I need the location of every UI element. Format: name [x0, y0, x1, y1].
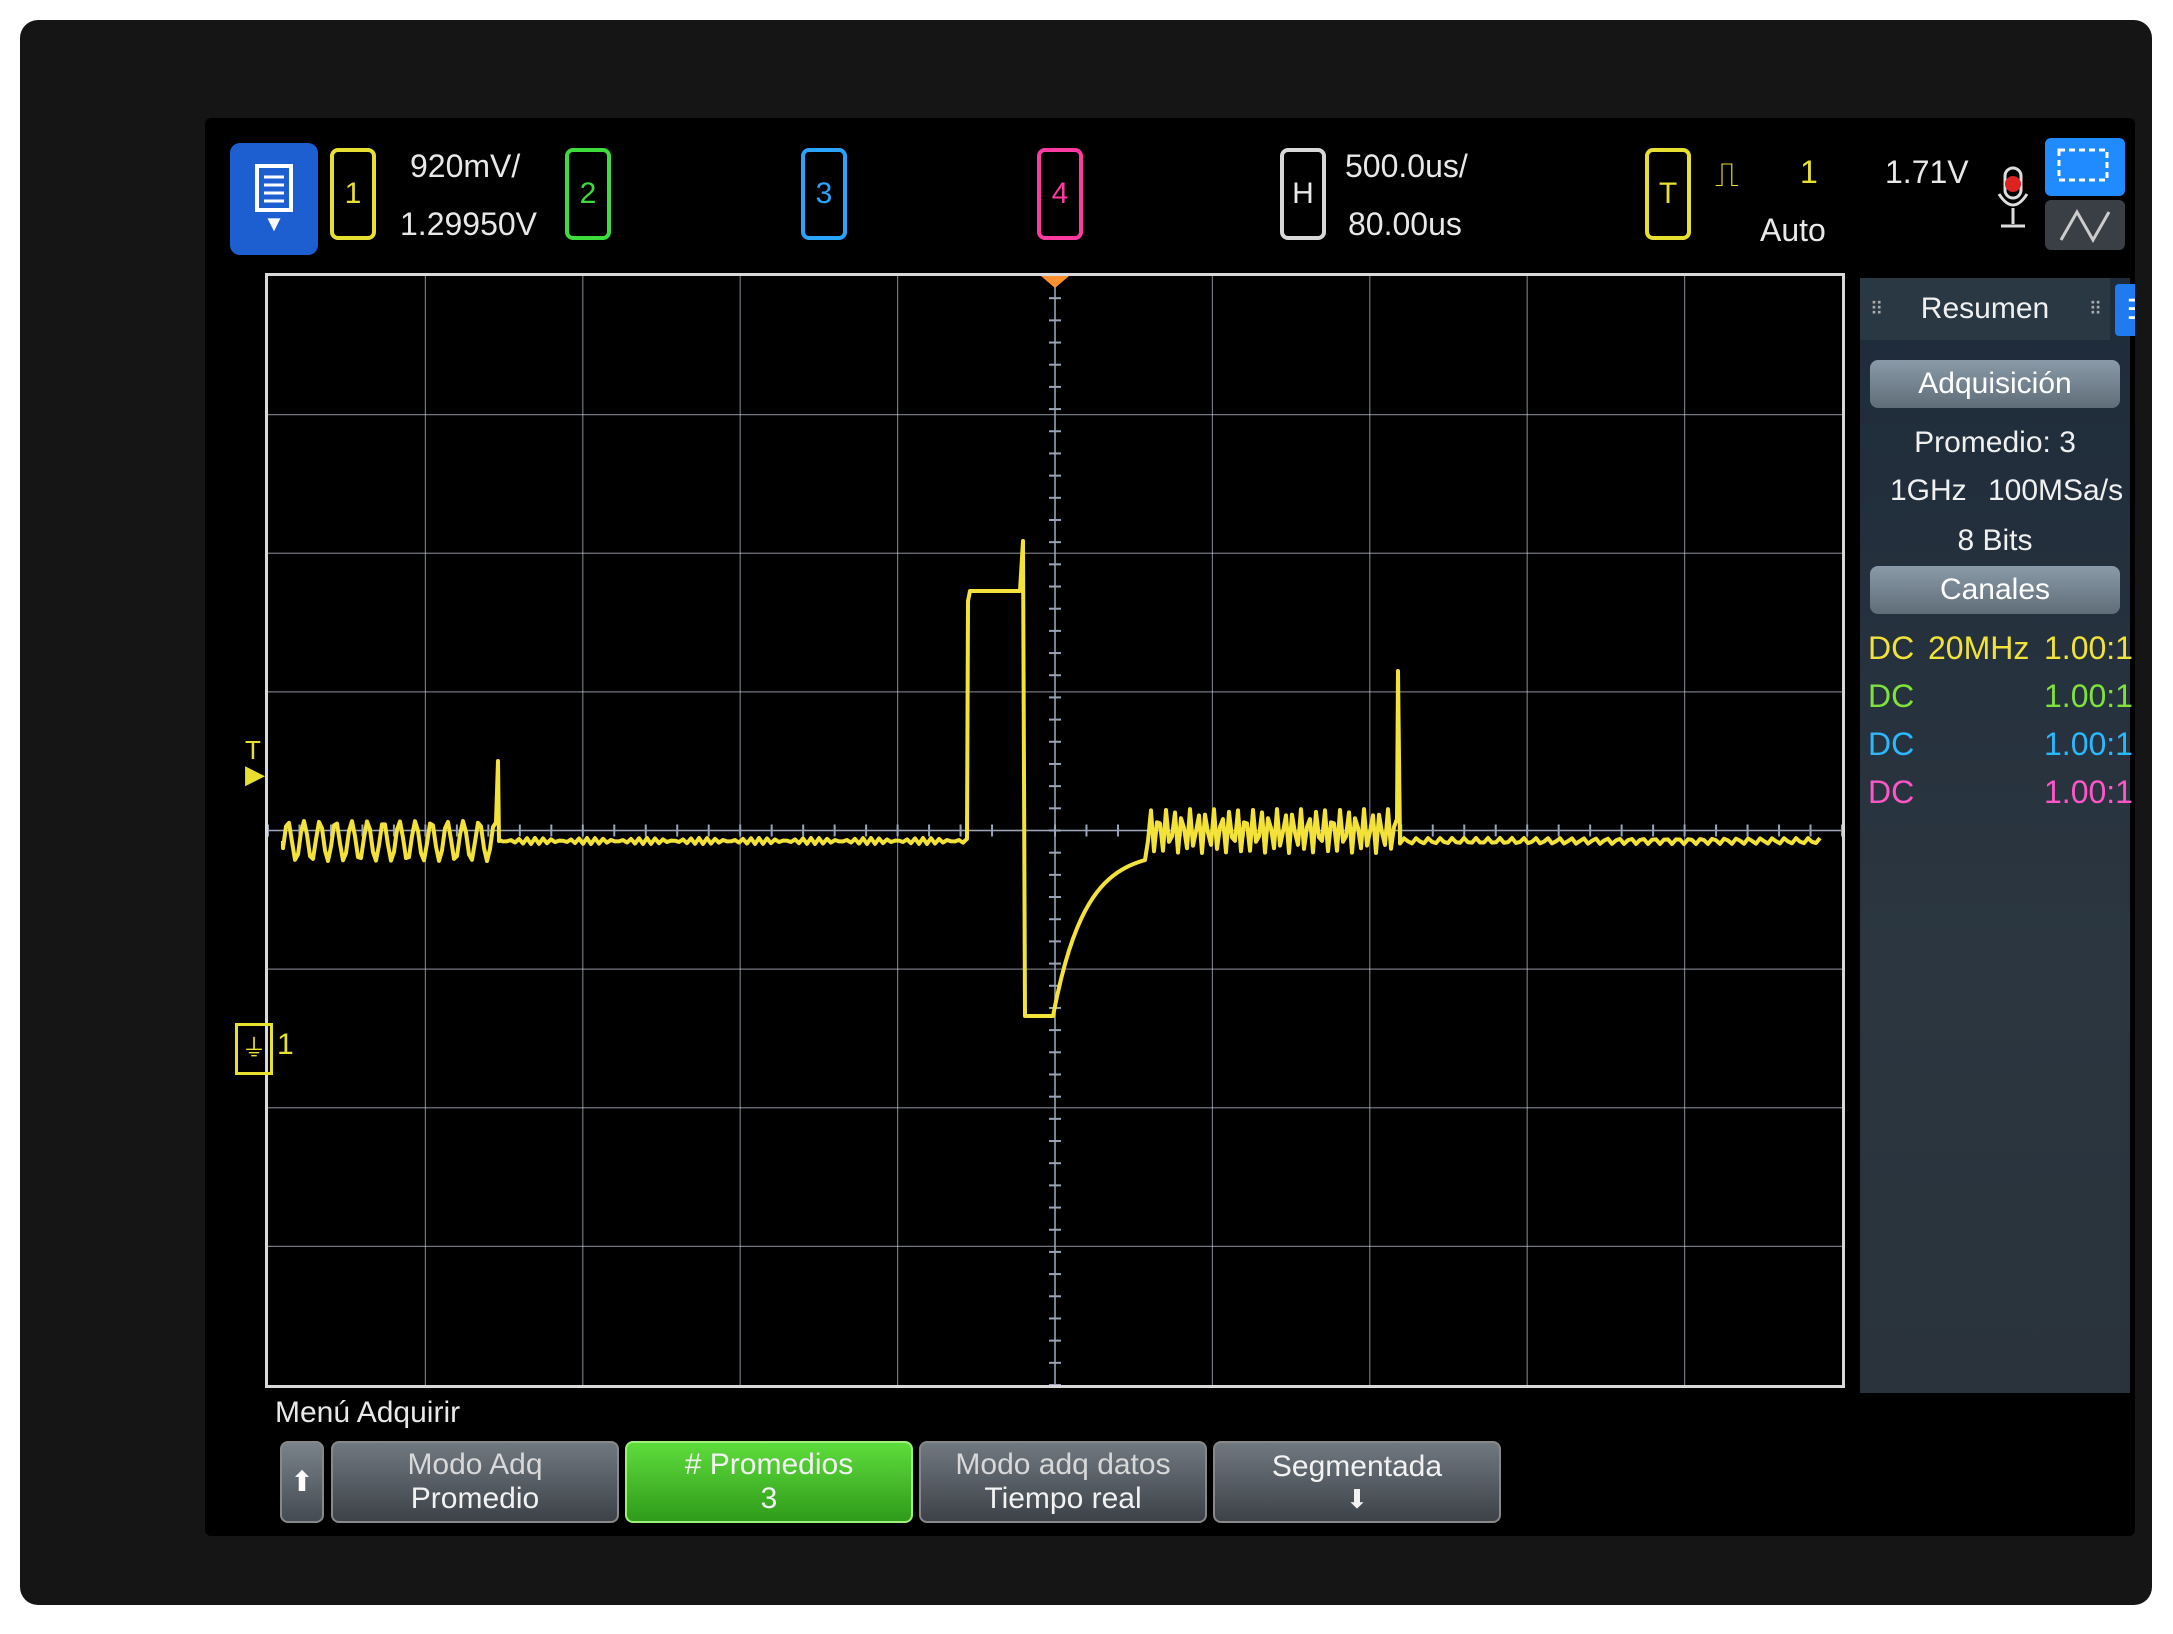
probe-ratio-text: 1.00:1: [2044, 726, 2133, 762]
probe-ratio-text: 1.00:1: [2044, 630, 2133, 666]
softkey-label: # Promedios: [684, 1448, 854, 1481]
probe-ratio-text: 1.00:1: [2044, 678, 2133, 714]
softkey-label: Modo Adq: [407, 1448, 543, 1481]
coupling-text: DC: [1868, 678, 1915, 714]
softkey-value: Tiempo real: [984, 1482, 1142, 1515]
channel-4-button[interactable]: 4: [1037, 148, 1083, 240]
back-button[interactable]: ⬆: [280, 1441, 324, 1523]
softkey-value: 3: [760, 1482, 778, 1515]
bandwidth-limit-text: 20MHz: [1928, 630, 2030, 666]
coupling-text: DC: [1868, 726, 1915, 762]
main-menu-button[interactable]: ▼: [230, 143, 318, 255]
channel-2-label: 2: [579, 177, 597, 210]
coupling-text: DC: [1868, 630, 1915, 666]
channel-1-scale: 920mV/: [410, 148, 521, 184]
oscilloscope-bezel: ▼ 1 920mV/ 1.29950V 2 3 4 H 500.0us/ 80.…: [20, 20, 2152, 1605]
rising-edge-icon: ⎍: [1715, 156, 1739, 194]
trigger-button[interactable]: T: [1645, 148, 1691, 240]
channel-1-ground-marker: ⏚: [235, 1023, 273, 1075]
drag-handle-icon: ⠿: [2088, 298, 2102, 319]
arrow-up-icon: ⬆: [290, 1466, 314, 1497]
trigger-mode: Auto: [1760, 212, 1826, 248]
channel-2-button[interactable]: 2: [565, 148, 611, 240]
trigger-label: T: [1658, 177, 1678, 210]
trigger-level: 1.71V: [1885, 154, 1969, 190]
softkey-averages[interactable]: # Promedios 3: [625, 1441, 913, 1523]
softkey-label: Modo adq datos: [955, 1448, 1171, 1481]
softkey-segmented[interactable]: Segmentada ⬇: [1213, 1441, 1501, 1523]
oscilloscope-screen: ▼ 1 920mV/ 1.29950V 2 3 4 H 500.0us/ 80.…: [205, 118, 2135, 1536]
panel-menu-icon[interactable]: ☰: [2115, 284, 2135, 336]
delay-value: 80.00us: [1348, 206, 1462, 242]
document-icon: [255, 164, 293, 212]
channel-1-offset: 1.29950V: [400, 206, 538, 242]
channel-1-ground-label: 1: [277, 1028, 294, 1061]
timebase-value: 500.0us/: [1345, 148, 1468, 184]
bit-resolution: 8 Bits: [1957, 524, 2033, 557]
waveform-display[interactable]: [265, 273, 1845, 1388]
microphone-muted-icon[interactable]: [1995, 166, 2031, 236]
softkey-label: Segmentada: [1271, 1449, 1443, 1483]
menu-title: Menú Adquirir: [275, 1396, 461, 1429]
summary-panel: ⠿ Resumen ⠿ ☰ Adquisición Promedio: 3 1G…: [1860, 278, 2135, 1393]
channel-3-label: 3: [815, 177, 833, 210]
coupling-text: DC: [1868, 774, 1915, 810]
trigger-level-marker: T ▶: [245, 735, 265, 789]
zoom-select-icon[interactable]: [2045, 138, 2125, 196]
softkey-acq-mode[interactable]: Modo Adq Promedio: [331, 1441, 619, 1523]
panel-tab[interactable]: ⠿ Resumen ⠿: [1860, 278, 2110, 340]
panel-tab-title: Resumen: [1920, 292, 2050, 325]
horizontal-button[interactable]: H: [1280, 148, 1326, 240]
channel-4-label: 4: [1051, 177, 1069, 210]
average-count: Promedio: 3: [1914, 426, 2076, 459]
acquisition-header: Adquisición: [1870, 360, 2120, 408]
horizontal-label: H: [1292, 177, 1314, 210]
drag-handle-icon: ⠿: [1870, 298, 1884, 319]
softkey-data-acq-mode[interactable]: Modo adq datos Tiempo real: [919, 1441, 1207, 1523]
measure-icon[interactable]: [2045, 200, 2125, 250]
channel-1-label: 1: [344, 177, 362, 210]
chevron-down-icon: ▼: [263, 211, 285, 236]
channel-1-button[interactable]: 1: [330, 148, 376, 240]
arrow-down-icon: ⬇: [1346, 1483, 1368, 1514]
bandwidth-text: 1GHz: [1890, 474, 1967, 507]
softkey-value: Promedio: [410, 1482, 540, 1515]
sample-rate-text: 100MSa/s: [1988, 474, 2124, 507]
channel-3-button[interactable]: 3: [801, 148, 847, 240]
trigger-source: 1: [1800, 154, 1818, 190]
waveform-grid: [268, 276, 1842, 1385]
probe-ratio-text: 1.00:1: [2044, 774, 2133, 810]
channels-header: Canales: [1870, 566, 2120, 614]
